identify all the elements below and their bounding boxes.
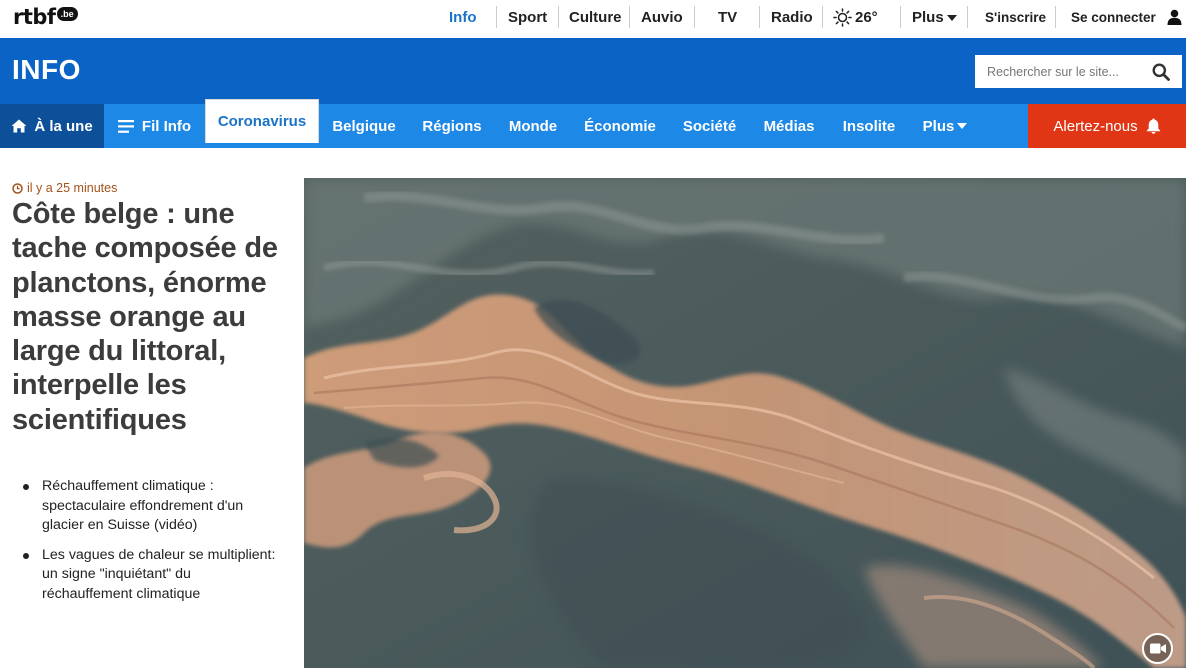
- alert-button[interactable]: Alertez-nous: [1028, 104, 1186, 148]
- alert-button-label: Alertez-nous: [1053, 117, 1138, 135]
- search-box: [975, 55, 1182, 88]
- timestamp-text: il y a 25 minutes: [27, 181, 118, 195]
- divider: [967, 6, 968, 28]
- top-nav-tv[interactable]: TV: [718, 0, 737, 34]
- section-title[interactable]: INFO: [12, 54, 81, 86]
- article-headline[interactable]: Côte belge : une tache composée de planc…: [12, 197, 297, 437]
- nav-monde-label: Monde: [508, 117, 558, 135]
- related-articles: Réchauffement climatique : spectaculaire…: [23, 477, 283, 614]
- nav-plus[interactable]: Plus: [910, 104, 980, 148]
- divider: [558, 6, 559, 28]
- nav-monde[interactable]: Monde: [495, 104, 571, 148]
- divider: [496, 6, 497, 28]
- top-nav-auvio[interactable]: Auvio: [641, 0, 683, 34]
- top-nav-culture[interactable]: Culture: [569, 0, 622, 34]
- caret-down-icon: [957, 123, 968, 129]
- plankton-sea-photo: [304, 178, 1186, 668]
- nav-insolite[interactable]: Insolite: [828, 104, 910, 148]
- search-icon[interactable]: [1152, 63, 1170, 81]
- divider: [629, 6, 630, 28]
- top-nav-auvio-label: Auvio: [641, 8, 683, 26]
- logo-text: rtbf: [13, 5, 56, 29]
- top-nav-sport[interactable]: Sport: [508, 0, 547, 34]
- nav-fil-info[interactable]: Fil Info: [104, 104, 205, 148]
- section-nav: À la une Fil Info Coronavirus Belgique R…: [0, 99, 1186, 148]
- related-article-item[interactable]: Les vagues de chaleur se multiplient: un…: [23, 546, 283, 605]
- related-article-item[interactable]: Réchauffement climatique : spectaculaire…: [23, 477, 283, 536]
- nav-economie[interactable]: Économie: [571, 104, 669, 148]
- article-hero-image[interactable]: [304, 178, 1186, 668]
- weather-temperature: 26°: [855, 8, 878, 26]
- top-nav-radio-label: Radio: [771, 8, 813, 26]
- top-nav-plus-label: Plus: [912, 8, 944, 26]
- top-nav-plus[interactable]: Plus: [912, 0, 957, 34]
- video-play-button[interactable]: [1142, 633, 1173, 664]
- user-icon: [1167, 9, 1182, 25]
- nav-home-label: À la une: [34, 117, 93, 135]
- top-bar: rtbf .be Info Sport Culture Auvio TV Rad…: [0, 0, 1186, 38]
- divider: [694, 6, 695, 28]
- nav-plus-label: Plus: [922, 117, 955, 135]
- nav-regions-label: Régions: [422, 117, 482, 135]
- top-nav-info-label: Info: [449, 8, 477, 26]
- nav-coronavirus[interactable]: Coronavirus: [205, 99, 319, 143]
- signup-label: S'inscrire: [985, 9, 1046, 25]
- weather-widget[interactable]: 26°: [833, 0, 878, 34]
- video-camera-icon: [1149, 643, 1166, 654]
- nav-regions[interactable]: Régions: [409, 104, 495, 148]
- list-icon: [117, 119, 134, 133]
- divider: [759, 6, 760, 28]
- login-label: Se connecter: [1071, 9, 1156, 25]
- nav-belgique-label: Belgique: [332, 117, 396, 135]
- nav-economie-label: Économie: [584, 117, 656, 135]
- nav-medias[interactable]: Médias: [750, 104, 828, 148]
- nav-belgique[interactable]: Belgique: [319, 104, 409, 148]
- login-link[interactable]: Se connecter: [1071, 0, 1182, 34]
- related-article-title: Les vagues de chaleur se multiplient: un…: [42, 546, 276, 602]
- rtbf-logo[interactable]: rtbf .be: [13, 5, 78, 29]
- top-nav-info[interactable]: Info: [449, 0, 477, 34]
- search-input[interactable]: [975, 55, 1145, 88]
- nav-home[interactable]: À la une: [0, 104, 104, 148]
- section-header: INFO: [0, 38, 1186, 104]
- nav-societe-label: Société: [682, 117, 737, 135]
- related-article-title: Réchauffement climatique : spectaculaire…: [42, 478, 244, 533]
- bullet-icon: [23, 484, 29, 490]
- nav-societe[interactable]: Société: [669, 104, 750, 148]
- nav-fil-info-label: Fil Info: [141, 117, 192, 135]
- logo-suffix: .be: [56, 7, 78, 21]
- top-nav-tv-label: TV: [718, 8, 738, 26]
- divider: [822, 6, 823, 28]
- top-nav-culture-label: Culture: [569, 8, 622, 26]
- nav-coronavirus-label: Coronavirus: [217, 113, 307, 130]
- divider: [900, 6, 901, 28]
- clock-icon: [12, 182, 23, 194]
- home-icon: [11, 119, 27, 133]
- signup-link[interactable]: S'inscrire: [985, 0, 1046, 34]
- article-timestamp: il y a 25 minutes: [12, 181, 117, 195]
- bell-icon: [1146, 118, 1160, 134]
- nav-medias-label: Médias: [763, 117, 815, 135]
- bullet-icon: [23, 552, 29, 559]
- divider: [1055, 6, 1056, 28]
- caret-down-icon: [946, 15, 957, 21]
- sun-icon: [833, 7, 852, 27]
- top-nav-radio[interactable]: Radio: [771, 0, 813, 34]
- nav-insolite-label: Insolite: [842, 117, 896, 135]
- top-nav-sport-label: Sport: [508, 8, 548, 26]
